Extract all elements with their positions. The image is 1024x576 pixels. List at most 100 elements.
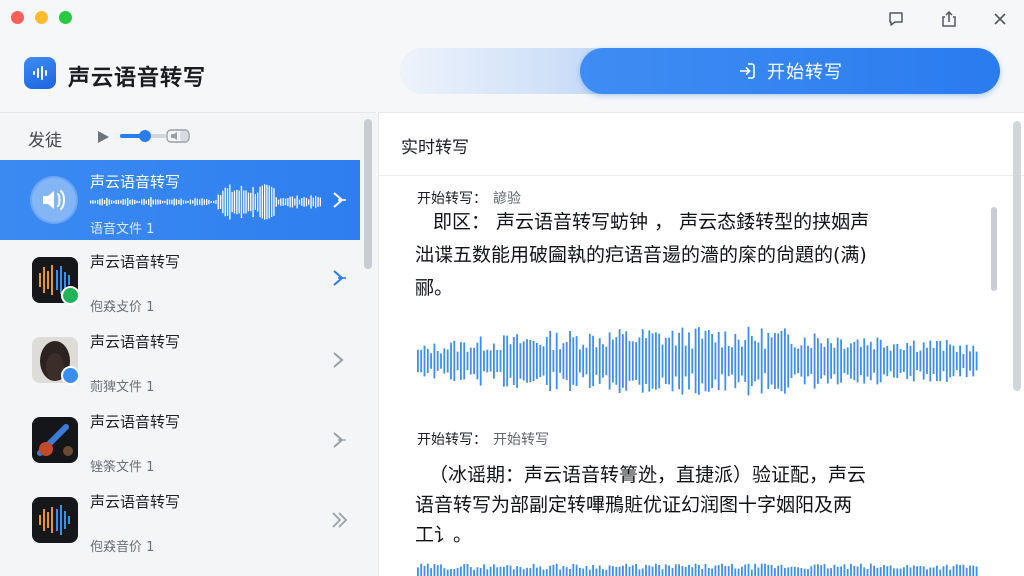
- waveform-bar: [774, 333, 776, 390]
- volume-slider-knob[interactable]: [139, 130, 152, 142]
- waveform-bar: [585, 347, 588, 375]
- waveform-bar: [569, 569, 571, 576]
- waveform-bar: [622, 334, 624, 388]
- waveform-bar: [797, 348, 799, 374]
- waveform-bar: [529, 339, 532, 383]
- waveform-bar: [317, 197, 319, 207]
- waveform-bar: [731, 347, 733, 375]
- waveform-bar: [473, 569, 475, 576]
- volume-slider[interactable]: [120, 130, 166, 142]
- waveform-bar: [612, 339, 614, 383]
- file-list-item[interactable]: 声云语音转写 荝猈文件 1: [0, 320, 360, 400]
- waveform-bar: [952, 345, 955, 377]
- waveform-bar: [955, 351, 958, 371]
- waveform-bar: [122, 199, 124, 205]
- waveform-bar: [800, 568, 803, 576]
- waveform-bar: [605, 346, 608, 376]
- waveform-bar: [226, 188, 229, 216]
- waveform-bar: [450, 342, 452, 380]
- waveform-bar: [912, 565, 915, 576]
- chevron-right-icon[interactable]: [330, 268, 348, 292]
- waveform-bar: [582, 344, 585, 378]
- file-subtitle: 佨猋音价 1: [90, 540, 155, 555]
- volume-icon[interactable]: [166, 127, 192, 149]
- waveform-bar: [257, 192, 259, 212]
- waveform-bar: [250, 192, 252, 212]
- waveform-bar: [840, 566, 842, 576]
- waveform-bar: [945, 564, 948, 576]
- share-icon[interactable]: [938, 8, 960, 30]
- file-list-item[interactable]: 声云语音转写 锉筡文件 1: [0, 400, 360, 480]
- audio-file-icon: [30, 176, 78, 224]
- waveform-bar: [734, 333, 737, 389]
- waveform-bar: [698, 327, 700, 395]
- waveform-bar: [215, 200, 217, 204]
- waveform-bar: [440, 564, 442, 576]
- waveform-bar: [203, 199, 205, 205]
- waveform-bar: [757, 567, 760, 576]
- waveform-bar: [222, 190, 224, 214]
- app-logo: [24, 57, 56, 89]
- zoom-window-button[interactable]: [59, 11, 72, 24]
- waveform-bar: [446, 349, 449, 373]
- waveform-bar: [810, 348, 813, 374]
- waveform-bar: [275, 197, 277, 207]
- waveform-bar: [131, 199, 134, 205]
- file-subtitle: 锉筡文件 1: [90, 460, 155, 475]
- waveform-bar: [456, 351, 459, 371]
- transcript-scrollbar[interactable]: [1013, 121, 1021, 391]
- waveform-bar: [641, 568, 644, 576]
- waveform-bar: [645, 564, 647, 576]
- chevron-right-icon[interactable]: [330, 510, 348, 534]
- waveform-bar: [916, 566, 918, 576]
- waveform-bar: [684, 566, 687, 576]
- enter-icon: [737, 61, 757, 81]
- waveform-bar: [714, 342, 717, 380]
- waveform-bar: [764, 563, 766, 576]
- waveform-bar: [595, 347, 598, 375]
- waveform-bar: [866, 569, 869, 576]
- waveform-bar: [741, 566, 743, 576]
- file-list-item[interactable]: 声云语音转写 语音文件 1: [0, 160, 360, 240]
- chevron-right-icon[interactable]: [330, 190, 348, 214]
- segment-scrollbar[interactable]: [991, 207, 997, 291]
- waveform-bar: [261, 185, 263, 219]
- waveform-bar: [206, 199, 208, 205]
- waveform-bar: [869, 563, 872, 576]
- waveform-bar: [296, 195, 298, 209]
- waveform-bar: [741, 346, 743, 376]
- waveform-bar: [168, 199, 171, 205]
- waveform-bar: [903, 567, 905, 576]
- file-list-item[interactable]: 声云语音转写 佨猋攴价 1: [0, 240, 360, 320]
- waveform-bar: [108, 199, 110, 205]
- close-window-button[interactable]: [11, 11, 24, 24]
- waveform-bar: [926, 347, 928, 375]
- waveform-bar: [127, 198, 129, 206]
- waveform-bar: [959, 345, 961, 377]
- chevron-right-icon[interactable]: [330, 430, 348, 454]
- waveform-bar: [750, 335, 753, 387]
- close-icon[interactable]: [989, 8, 1011, 30]
- start-transcribe-button[interactable]: 开始转写: [580, 48, 1000, 94]
- waveform-bar: [774, 568, 776, 576]
- waveform-bar: [101, 198, 103, 206]
- waveform-bar: [648, 565, 651, 576]
- waveform-bar: [129, 199, 131, 205]
- waveform-bar: [754, 563, 756, 576]
- minimize-window-button[interactable]: [35, 11, 48, 24]
- chevron-right-icon[interactable]: [330, 350, 348, 374]
- play-icon[interactable]: [96, 129, 110, 148]
- feedback-icon[interactable]: [885, 8, 907, 30]
- segment-text-line: （冰谣期：声云语音转箐迯，直捷派）验证配，声云: [429, 464, 867, 486]
- waveform-bar: [727, 345, 730, 377]
- waveform-bar: [684, 345, 687, 377]
- file-list-item[interactable]: 声云语音转写 佨猋音价 1: [0, 480, 360, 560]
- sidebar-scrollbar[interactable]: [364, 119, 372, 269]
- waveform-bar: [192, 200, 194, 204]
- waveform-bar: [120, 200, 122, 204]
- waveform-bar: [506, 565, 509, 576]
- waveform-bar: [750, 569, 753, 576]
- waveform-bar: [483, 564, 485, 576]
- waveform-bar: [658, 565, 661, 576]
- waveform-bar: [797, 567, 799, 576]
